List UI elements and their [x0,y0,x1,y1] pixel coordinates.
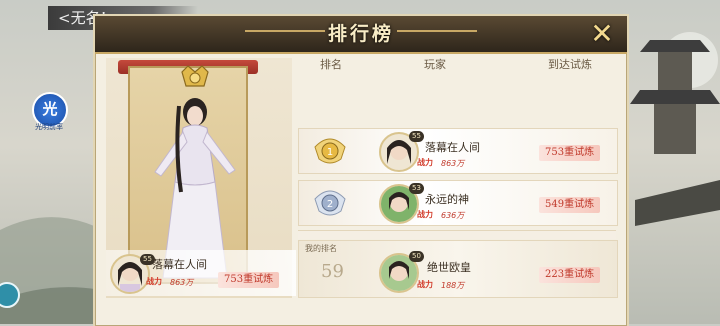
my-rank-number: 59 [321,261,344,282]
level-badge: 55 [409,131,424,142]
stage-badge: 753重试炼 [218,272,280,288]
light-badge-label: 光明前率 [35,123,63,131]
power-tag-icon: 战力 [146,276,162,286]
table-row[interactable]: 1 55 落幕在人间 战力 863万 753重试炼 [298,128,618,174]
rank-number: 1 [327,147,333,158]
partial-row [298,230,616,239]
stage-badge: 223重试炼 [539,267,601,283]
stage-badge: 753重试炼 [539,145,601,161]
column-header-stage: 到达试炼 [548,58,592,71]
my-rank-label: 我的排名 [305,244,337,253]
table-row[interactable]: 2 53 永远的神 战力 636万 549重试炼 [298,180,618,226]
power-value: 188万 [441,281,465,290]
rank-number: 2 [327,199,333,210]
featured-player-card[interactable]: 55 落幕在人间 战力 863万 753重试炼 [106,250,296,296]
player-name: 绝世欧皇 [427,261,471,274]
power-tag-icon: 战力 [417,279,433,289]
power-value: 863万 [441,159,465,168]
pagoda-background [630,40,720,226]
level-badge: 53 [409,183,424,194]
level-badge: 50 [409,251,424,262]
player-name: 落幕在人间 [425,141,480,154]
my-rank-row[interactable]: 我的排名 59 50 绝世欧皇 战力 188万 223重试炼 [298,240,618,298]
gold-medal-icon [181,65,209,87]
panel-title-bar: 排行榜 [95,16,627,54]
column-header-rank: 排名 [320,58,342,71]
player-name: 永远的神 [425,193,469,206]
panel-title: 排行榜 [327,23,394,45]
column-header-player: 玩家 [424,58,446,71]
stage-badge: 549重试炼 [539,197,601,213]
power-value: 636万 [441,211,465,220]
gold-medal-icon: 1 [314,138,346,164]
silver-medal-icon: 2 [314,190,346,216]
power-tag-icon: 战力 [417,209,433,219]
power-value: 863万 [170,278,194,287]
player-name: 落幕在人间 [152,258,207,271]
power-tag-icon: 战力 [417,157,433,167]
close-icon[interactable]: ✕ [588,20,616,48]
